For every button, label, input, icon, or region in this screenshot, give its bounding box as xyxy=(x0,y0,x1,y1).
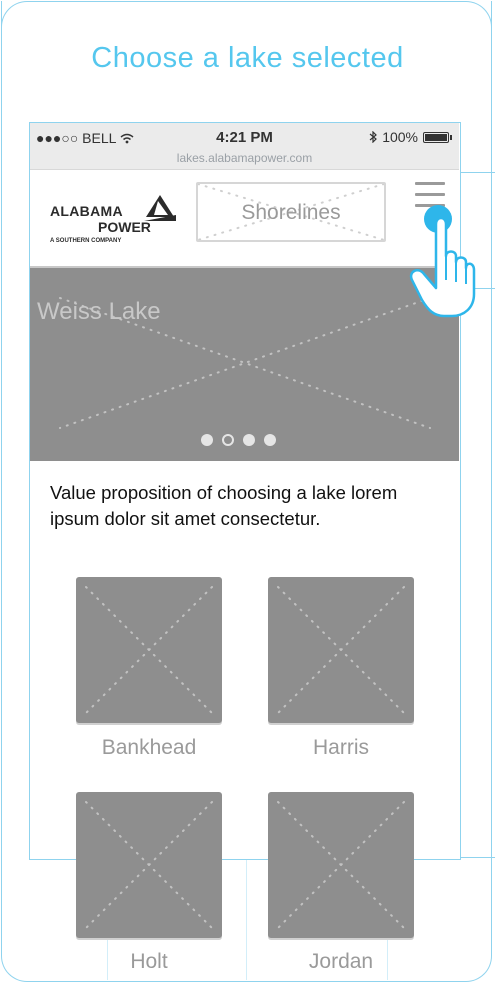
lake-tile-jordan[interactable] xyxy=(268,792,414,938)
carousel-dot-active[interactable] xyxy=(222,434,234,446)
placeholder-x-icon xyxy=(277,586,405,714)
annotation-line xyxy=(461,857,495,858)
bluetooth-icon xyxy=(369,131,378,143)
lake-label[interactable]: Holt xyxy=(76,950,222,974)
carousel-dot[interactable] xyxy=(201,434,213,446)
lake-tile-harris[interactable] xyxy=(268,577,414,723)
hero-carousel[interactable]: Weiss Lake xyxy=(30,266,459,461)
placeholder-x-icon xyxy=(85,586,213,714)
placeholder-x-icon xyxy=(59,297,431,429)
logo-subtitle: A SOUTHERN COMPANY xyxy=(50,238,122,244)
lake-label[interactable]: Bankhead xyxy=(76,736,222,760)
alabama-power-logo[interactable]: ALABAMA POWER A SOUTHERN COMPANY xyxy=(50,195,185,247)
lake-tile-bankhead[interactable] xyxy=(76,577,222,723)
annotation-line xyxy=(461,172,495,173)
logo-mark-icon xyxy=(144,195,176,221)
carousel-dot[interactable] xyxy=(243,434,255,446)
carousel-dot[interactable] xyxy=(264,434,276,446)
page-title: Choose a lake selected xyxy=(91,42,404,74)
value-proposition: Value proposition of choosing a lake lor… xyxy=(50,482,398,529)
lake-label[interactable]: Harris xyxy=(268,736,414,760)
carousel-pagination xyxy=(201,434,276,446)
shorelines-logo-placeholder[interactable]: Shorelines xyxy=(196,182,386,242)
logo-line2: POWER xyxy=(98,219,151,235)
placeholder-x-icon xyxy=(85,801,213,929)
logo-line1: ALABAMA xyxy=(50,203,123,219)
lake-label[interactable]: Jordan xyxy=(268,950,414,974)
battery-icon xyxy=(423,131,452,143)
lake-tile-holt[interactable] xyxy=(76,792,222,938)
tap-hand-icon xyxy=(409,216,476,318)
placeholder-x-icon xyxy=(277,801,405,929)
address-bar-url[interactable]: lakes.alabamapower.com xyxy=(30,151,459,165)
site-header: ALABAMA POWER A SOUTHERN COMPANY Shoreli… xyxy=(30,169,459,266)
site-name: Shorelines xyxy=(241,201,341,224)
battery-status: 100% xyxy=(369,129,452,145)
status-bar: ●●●○○ BELL 4:21 PM 100% lakes.alabamapow… xyxy=(30,123,459,170)
hero-title: Weiss Lake xyxy=(37,298,161,325)
battery-percent: 100% xyxy=(382,129,418,145)
